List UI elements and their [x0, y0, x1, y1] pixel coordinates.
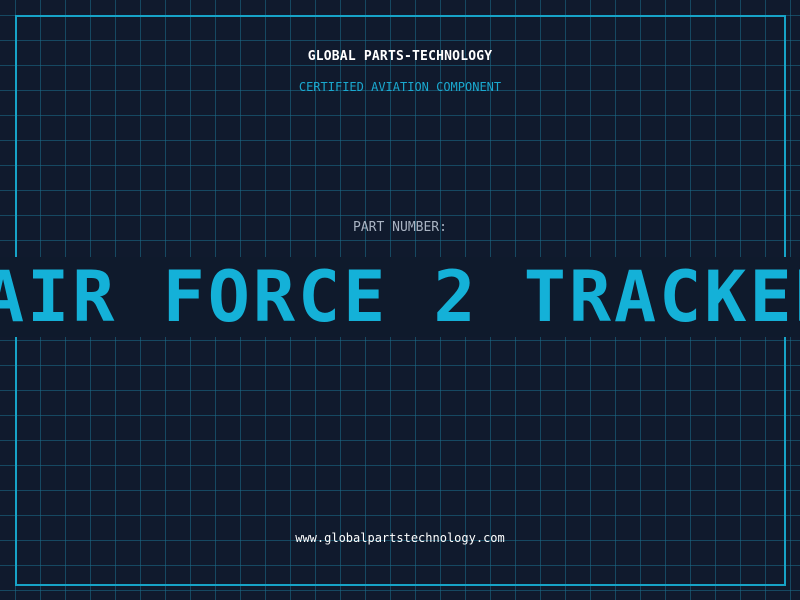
certification-subtitle: CERTIFIED AVIATION COMPONENT — [298, 80, 502, 94]
part-number-value: AIR FORCE 2 TRACKER — [0, 256, 800, 338]
part-number-label: PART NUMBER: — [353, 220, 447, 235]
website-link[interactable]: www.globalpartstechnology.com — [0, 531, 800, 545]
company-name: GLOBAL PARTS-TECHNOLOGY — [307, 49, 493, 64]
product-card: GLOBAL PARTS-TECHNOLOGY CERTIFIED AVIATI… — [0, 0, 800, 600]
